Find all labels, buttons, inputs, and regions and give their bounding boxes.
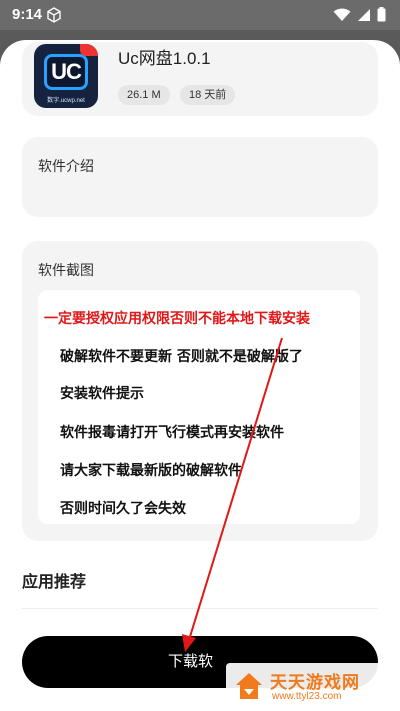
site-watermark: 天天游戏网 www.ttyl23.com <box>226 663 394 709</box>
cube-icon <box>47 7 61 23</box>
notice-line: 否则时间久了会失效 <box>60 501 186 517</box>
notice-line: 破解软件不要更新 否则就不是破解版了 <box>60 349 303 365</box>
screenshot-notice[interactable]: 一定要授权应用权限否则不能本地下载安装 破解软件不要更新 否则就不是破解版了 安… <box>38 290 360 524</box>
wifi-icon <box>333 8 351 21</box>
system-icons <box>333 7 386 22</box>
status-bar: 9:14 <box>0 0 400 30</box>
recommend-list[interactable] <box>22 608 378 618</box>
notice-line: 软件报毒请打开飞行模式再安装软件 <box>60 425 284 441</box>
app-icon: UC 数字.ucwp.net <box>34 44 98 108</box>
intro-label: 软件介绍 <box>38 158 94 174</box>
screenshots-label: 软件截图 <box>38 262 94 278</box>
status-time: 9:14 <box>12 6 43 23</box>
app-icon-site: 数字.ucwp.net <box>47 98 85 104</box>
watermark-logo-icon <box>236 673 262 699</box>
notice-line: 请大家下载最新版的破解软件 <box>60 463 242 479</box>
watermark-url: www.ttyl23.com <box>272 691 342 702</box>
app-size-badge: 26.1 M <box>118 85 170 105</box>
watermark-title: 天天游戏网 <box>270 673 360 693</box>
app-name: Uc网盘1.0.1 <box>118 49 211 68</box>
notice-warning: 一定要授权应用权限否则不能本地下载安装 <box>44 311 310 327</box>
signal-icon <box>358 8 370 21</box>
intro-card <box>22 137 378 217</box>
recommend-heading: 应用推荐 <box>22 574 87 591</box>
notice-line: 安装软件提示 <box>60 386 144 402</box>
app-icon-badge <box>80 44 98 56</box>
app-icon-logo: UC <box>44 54 88 90</box>
battery-icon <box>377 7 386 22</box>
app-updated-badge: 18 天前 <box>180 85 236 105</box>
